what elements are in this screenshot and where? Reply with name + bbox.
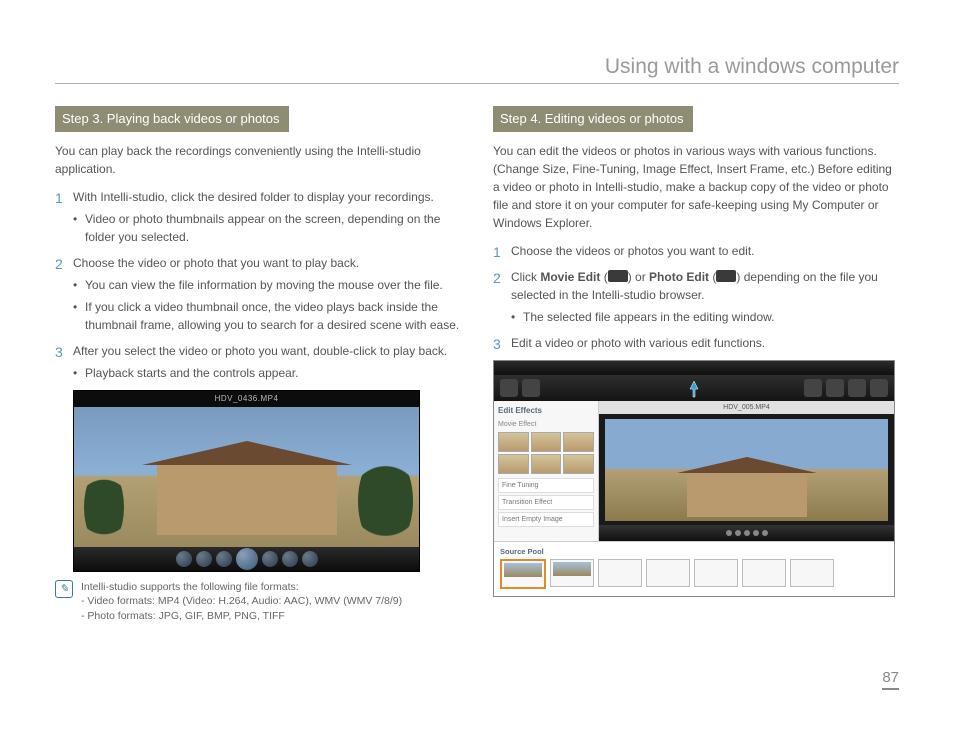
player-filename: HDV_0436.MP4 (74, 391, 419, 407)
sidebar-subtitle: Movie Effect (498, 420, 594, 431)
bullet: You can view the file information by mov… (73, 276, 461, 294)
toolbar-icon (870, 379, 888, 397)
sidebar-row: Insert Empty Image (498, 512, 594, 527)
bullet: If you click a video thumbnail once, the… (73, 298, 461, 334)
step3-heading: Step 3. Playing back videos or photos (55, 106, 289, 132)
list-text: With Intelli-studio, click the desired f… (73, 190, 434, 204)
control-icon (753, 530, 759, 536)
page-title: Using with a windows computer (55, 55, 899, 84)
house-graphic (687, 473, 807, 517)
preview-controls (599, 525, 894, 541)
editor-menubar (494, 361, 894, 375)
toolbar-icon (848, 379, 866, 397)
effect-thumb (531, 454, 562, 474)
editor-sidebar: Edit Effects Movie Effect Fine Tuning Tr… (494, 401, 599, 541)
list-number: 2 (55, 254, 63, 275)
step4-item-3: 3 Edit a video or photo with various edi… (493, 334, 899, 352)
sidebar-row: Fine Tuning (498, 478, 594, 493)
toolbar-icon (500, 379, 518, 397)
list-text: Edit a video or photo with various edit … (511, 336, 765, 350)
timeline-clip (694, 559, 738, 587)
toolbar-icon (804, 379, 822, 397)
control-icon (726, 530, 732, 536)
step3-item-3: 3 After you select the video or photo yo… (55, 342, 461, 382)
list-number: 1 (493, 242, 501, 263)
movie-edit-icon (608, 270, 628, 282)
effect-thumb (498, 432, 529, 452)
step4-intro: You can edit the videos or photos in var… (493, 142, 899, 232)
step3-item-2: 2 Choose the video or photo that you wan… (55, 254, 461, 334)
right-column: Step 4. Editing videos or photos You can… (493, 106, 899, 624)
timeline-clip (500, 559, 546, 589)
tree-graphic (358, 451, 413, 547)
roof-graphic (677, 457, 817, 473)
forward-icon (282, 551, 298, 567)
house-graphic (157, 465, 337, 535)
timeline-clip (742, 559, 786, 587)
effect-thumb (563, 454, 594, 474)
bullet: The selected file appears in the editing… (511, 308, 899, 326)
rewind-icon (196, 551, 212, 567)
list-text: Choose the videos or photos you want to … (511, 244, 755, 258)
playback-screenshot: HDV_0436.MP4 (73, 390, 420, 572)
pause-icon (262, 551, 278, 567)
list-number: 1 (55, 188, 63, 209)
toolbar-icon (522, 379, 540, 397)
note-icon: ✎ (55, 580, 73, 598)
sidebar-row: Transition Effect (498, 495, 594, 510)
list-number: 3 (55, 342, 63, 363)
preview-filename: HDV_005.MP4 (599, 401, 894, 414)
preview-image (605, 419, 888, 521)
effect-thumb (563, 432, 594, 452)
bullet: Playback starts and the controls appear. (73, 364, 461, 382)
toolbar-icon (826, 379, 844, 397)
bullet: Video or photo thumbnails appear on the … (73, 210, 461, 246)
step4-item-2: 2 Click Movie Edit () or Photo Edit () d… (493, 268, 899, 326)
player-video-area (74, 407, 419, 547)
cursor-arrow-icon (684, 379, 704, 399)
editor-toolbar (494, 375, 894, 401)
timeline-title: Source Pool (500, 546, 888, 557)
control-icon (735, 530, 741, 536)
step3-item-1: 1 With Intelli-studio, click the desired… (55, 188, 461, 246)
timeline-clip (550, 559, 594, 587)
control-icon (744, 530, 750, 536)
timeline-clip (790, 559, 834, 587)
step4-heading: Step 4. Editing videos or photos (493, 106, 693, 132)
effect-thumb (498, 454, 529, 474)
photo-edit-icon (716, 270, 736, 282)
stop-icon (216, 551, 232, 567)
page-number: 87 (882, 669, 899, 690)
timeline-clip (598, 559, 642, 587)
roof-graphic (142, 441, 352, 465)
prev-icon (176, 551, 192, 567)
step3-intro: You can play back the recordings conveni… (55, 142, 461, 178)
tree-graphic (84, 467, 124, 547)
play-icon (236, 548, 258, 570)
list-text: Choose the video or photo that you want … (73, 256, 359, 270)
list-text: Click Movie Edit () or Photo Edit () dep… (511, 270, 878, 302)
timeline-clip (646, 559, 690, 587)
player-controls (74, 547, 419, 571)
list-number: 2 (493, 268, 501, 289)
step4-item-1: 1 Choose the videos or photos you want t… (493, 242, 899, 260)
note-text: Intelli-studio supports the following fi… (81, 580, 402, 624)
control-icon (762, 530, 768, 536)
list-text: After you select the video or photo you … (73, 344, 447, 358)
editor-preview: HDV_005.MP4 (599, 401, 894, 541)
next-icon (302, 551, 318, 567)
editor-timeline: Source Pool (494, 541, 894, 597)
editor-screenshot: Edit Effects Movie Effect Fine Tuning Tr… (493, 360, 895, 597)
left-column: Step 3. Playing back videos or photos Yo… (55, 106, 461, 624)
sidebar-title: Edit Effects (498, 405, 594, 417)
effect-thumb (531, 432, 562, 452)
list-number: 3 (493, 334, 501, 355)
